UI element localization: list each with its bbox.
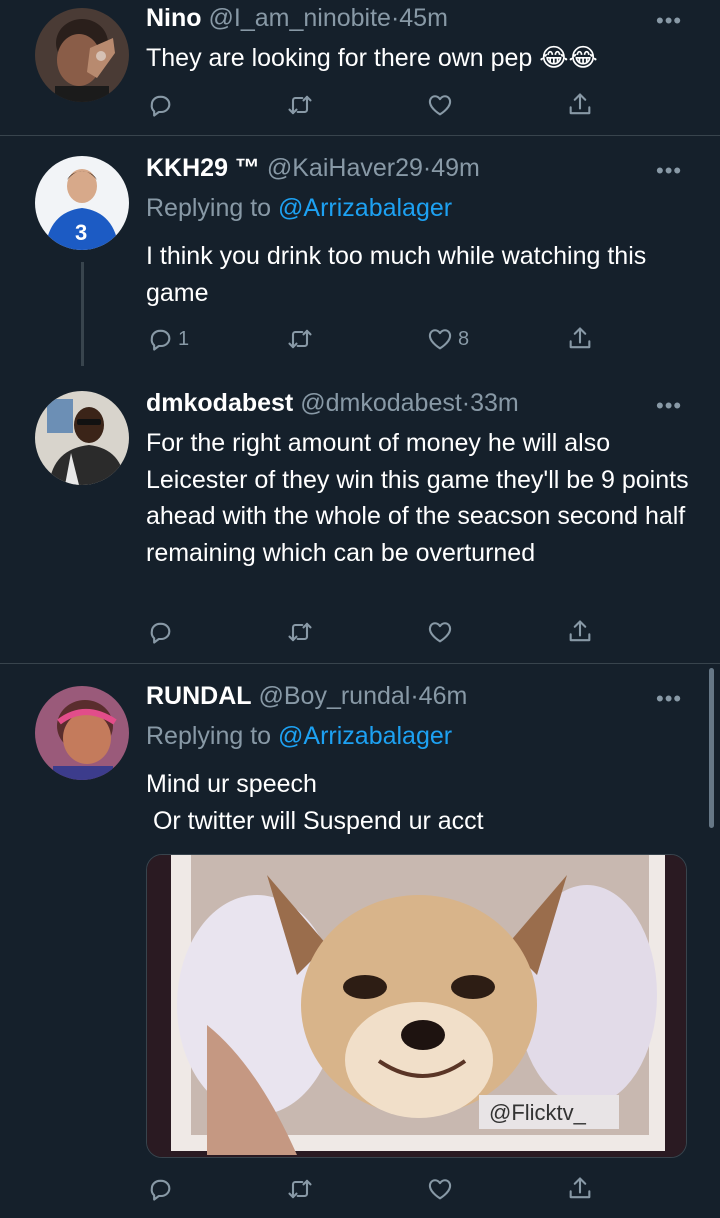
reply-button[interactable] [146, 1172, 178, 1206]
avatar[interactable] [35, 391, 129, 485]
replying-to-label: Replying to [146, 194, 279, 222]
scrollbar[interactable] [709, 668, 714, 828]
tweet-text: Mind ur speech Or twitter will Suspend u… [146, 770, 484, 835]
tweet-header: dmkodabest @dmkodabest·33m [146, 389, 519, 418]
retweet-button[interactable] [286, 88, 318, 122]
reply-button[interactable]: 1 [146, 322, 189, 356]
display-name[interactable]: RUNDAL [146, 682, 252, 710]
replying-to: Replying to @Arrizabalager [146, 722, 452, 751]
reply-count: 1 [178, 327, 190, 350]
tweet-actions: 1 8 [146, 322, 606, 356]
share-icon [569, 93, 591, 115]
retweet-icon [288, 329, 312, 349]
share-button[interactable] [566, 88, 594, 122]
like-button[interactable] [426, 88, 458, 122]
share-button[interactable] [566, 1172, 594, 1206]
mention-link[interactable]: @Arrizabalager [278, 194, 452, 222]
retweet-button[interactable] [286, 1172, 318, 1206]
reply-button[interactable] [146, 88, 178, 122]
handle[interactable]: @KaiHaver29 [267, 154, 423, 182]
media-watermark: @Flicktv_ [489, 1100, 587, 1125]
tweet-actions [146, 88, 606, 122]
like-button[interactable] [426, 1172, 458, 1206]
reply-button[interactable] [146, 615, 178, 649]
thread-connector [81, 262, 84, 366]
tweet-text: They are looking for there own pep 😂😂 [146, 44, 598, 72]
more-horizontal-icon[interactable]: ••• [656, 8, 682, 34]
heart-icon [428, 1179, 452, 1200]
reply-icon [150, 622, 171, 644]
tweet-actions [146, 1172, 606, 1206]
share-icon [569, 620, 591, 642]
display-name[interactable]: dmkodabest [146, 389, 293, 417]
like-button[interactable]: 8 [426, 322, 469, 356]
retweet-button[interactable] [286, 615, 318, 649]
tweet[interactable]: 3 KKH29 ™ @KaiHaver29·49m ••• Replying t… [0, 136, 720, 373]
more-horizontal-icon[interactable]: ••• [656, 686, 682, 712]
retweet-icon [288, 1179, 312, 1199]
retweet-icon [288, 622, 312, 642]
replying-to-label: Replying to [146, 722, 279, 750]
tweet-actions [146, 615, 606, 649]
reply-icon [150, 1179, 171, 1201]
timestamp[interactable]: ·33m [462, 389, 519, 417]
timestamp[interactable]: ·49m [423, 154, 480, 182]
share-button[interactable] [566, 322, 594, 356]
handle[interactable]: @I_am_ninobite [209, 4, 391, 32]
heart-icon [428, 95, 452, 116]
more-horizontal-icon[interactable]: ••• [656, 393, 682, 419]
tweet-text: I think you drink too much while watchin… [146, 242, 654, 307]
handle[interactable]: @Boy_rundal [259, 682, 411, 710]
tweet-text: For the right amount of money he will al… [146, 429, 696, 567]
replying-to: Replying to @Arrizabalager [146, 194, 452, 223]
retweet-icon [288, 95, 312, 115]
like-count: 8 [458, 327, 470, 350]
heart-icon [428, 329, 452, 350]
share-button[interactable] [566, 615, 594, 649]
display-name[interactable]: Nino [146, 4, 202, 32]
tweet[interactable]: dmkodabest @dmkodabest·33m ••• For the r… [0, 373, 720, 663]
tweet[interactable]: Nino @I_am_ninobite·45m ••• They are loo… [0, 0, 720, 135]
svg-text:3: 3 [75, 220, 87, 245]
share-icon [569, 327, 591, 349]
tweet-media-image[interactable]: @Flicktv_ [146, 854, 687, 1158]
tweet-header: RUNDAL @Boy_rundal·46m [146, 682, 467, 711]
tweet-header: Nino @I_am_ninobite·45m [146, 4, 448, 33]
avatar[interactable]: 3 [35, 156, 129, 250]
retweet-button[interactable] [286, 322, 318, 356]
more-horizontal-icon[interactable]: ••• [656, 158, 682, 184]
like-button[interactable] [426, 615, 458, 649]
mention-link[interactable]: @Arrizabalager [278, 722, 452, 750]
timestamp[interactable]: ·46m [410, 682, 467, 710]
timestamp[interactable]: ·45m [391, 4, 448, 32]
tweet-header: KKH29 ™ @KaiHaver29·49m [146, 154, 480, 183]
share-icon [569, 1177, 591, 1199]
avatar[interactable] [35, 686, 129, 780]
display-name[interactable]: KKH29 ™ [146, 154, 260, 182]
handle[interactable]: @dmkodabest [300, 389, 462, 417]
reply-icon [150, 95, 171, 117]
avatar[interactable] [35, 8, 129, 102]
heart-icon [428, 622, 452, 643]
reply-icon [150, 329, 171, 351]
